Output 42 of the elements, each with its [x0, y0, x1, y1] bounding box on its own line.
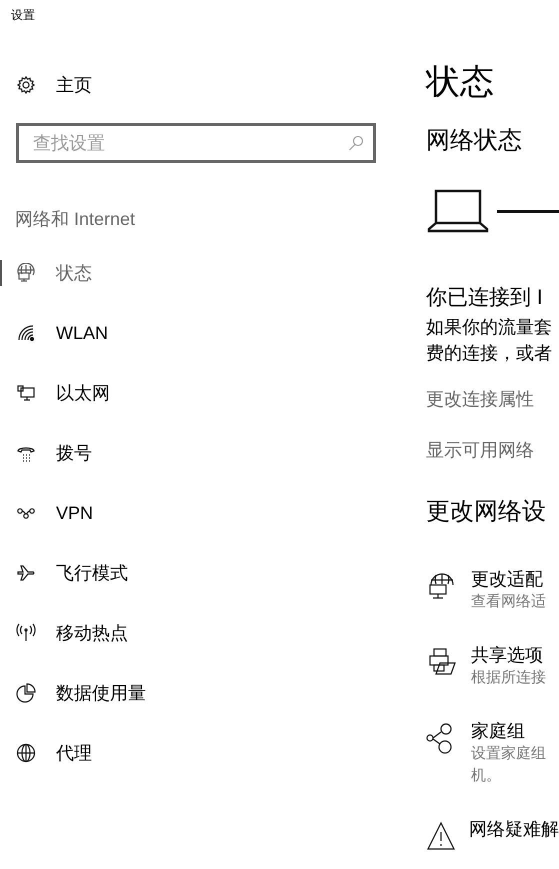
status-title: 你已连接到 I — [426, 285, 543, 311]
link[interactable]: 更改连接属性 — [426, 386, 534, 412]
nav-item[interactable]: 飞行模式 — [0, 543, 138, 603]
globe-monitor-icon — [16, 263, 36, 283]
option-description: 机。 — [471, 766, 501, 786]
pie-chart-icon — [16, 683, 36, 703]
gear-icon — [16, 75, 36, 95]
option-description: 查看网络适 — [471, 592, 546, 612]
search-field[interactable]: 查找设置 — [16, 123, 376, 163]
selection-indicator — [0, 260, 2, 286]
option-title[interactable]: 更改适配 — [471, 567, 543, 591]
section-heading: 网络状态 — [426, 126, 522, 156]
warning-icon — [426, 821, 456, 851]
nav-item[interactable]: WLAN — [0, 303, 118, 363]
section-heading: 更改网络设 — [426, 497, 546, 527]
link[interactable]: 显示可用网络 — [426, 437, 534, 463]
wifi-icon — [16, 323, 36, 343]
option-description: 根据所连接 — [471, 668, 546, 688]
option-title[interactable]: 共享选项 — [471, 643, 543, 667]
connection-line — [497, 210, 559, 212]
section-heading: 网络和 Internet — [15, 208, 136, 231]
window-title: 设置 — [11, 6, 35, 24]
nav-item[interactable]: 以太网 — [0, 363, 120, 423]
nav-item[interactable]: 移动热点 — [0, 603, 138, 663]
airplane-icon — [16, 563, 36, 583]
option-title[interactable]: 家庭组 — [471, 719, 525, 743]
status-text: 费的连接，或者 — [426, 342, 552, 365]
nav-item[interactable]: 状态 — [0, 243, 102, 303]
status-text: 如果你的流量套 — [426, 316, 552, 339]
nav-item[interactable]: 数据使用量 — [0, 663, 156, 723]
home-nav-item[interactable]: 主页 — [0, 55, 102, 115]
search-icon — [348, 135, 364, 151]
computer-icon — [16, 383, 36, 403]
antenna-icon — [16, 623, 36, 643]
nav-item[interactable]: VPN — [0, 483, 104, 543]
option-description: 设置家庭组 — [471, 744, 546, 764]
laptop-icon — [427, 189, 489, 233]
option-title[interactable]: 网络疑难解 — [469, 817, 559, 841]
page-title: 状态 — [426, 62, 494, 102]
nav-item[interactable]: 代理 — [0, 723, 102, 783]
nav-item[interactable]: 拨号 — [0, 423, 102, 483]
globe-icon — [16, 743, 36, 763]
